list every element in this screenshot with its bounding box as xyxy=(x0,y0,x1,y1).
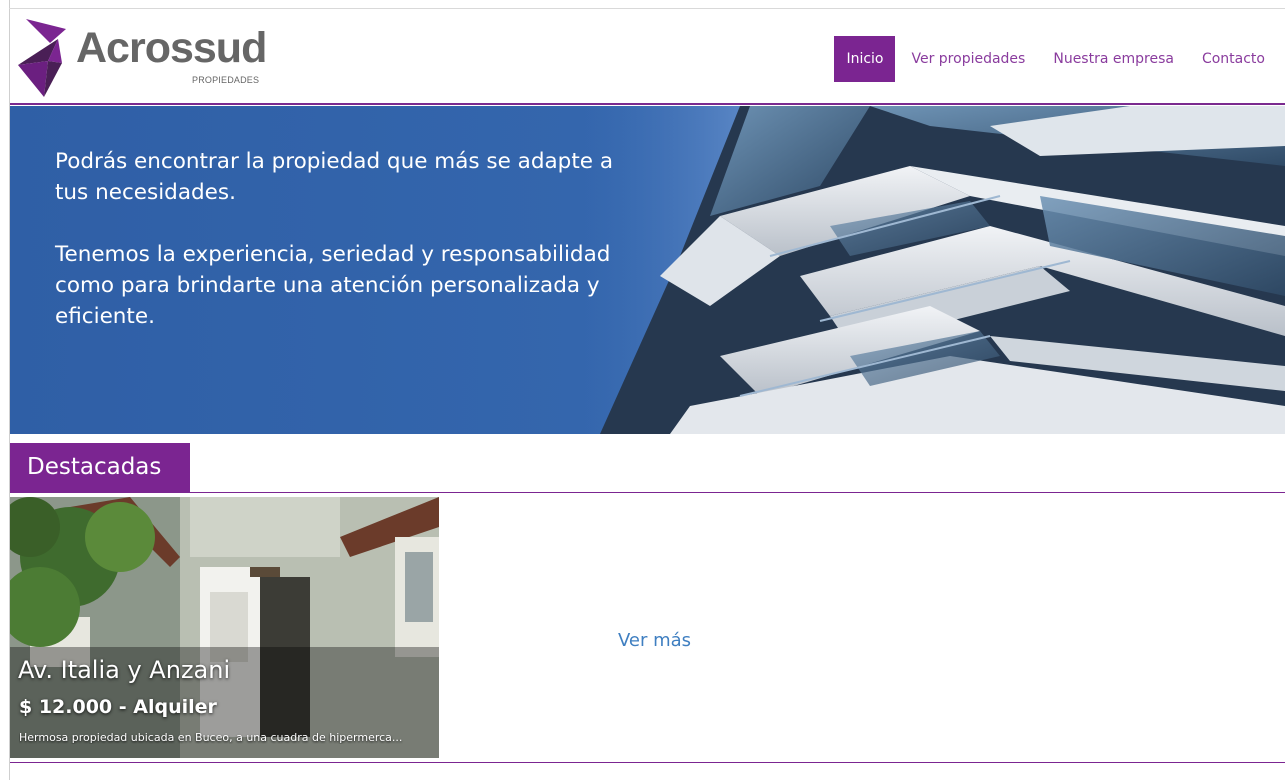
hero-copy: Podrás encontrar la propiedad que más se… xyxy=(55,146,615,363)
brand-name: Acrossud xyxy=(76,24,267,72)
hero-banner: Podrás encontrar la propiedad que más se… xyxy=(10,106,1285,434)
nav-item-inicio[interactable]: Inicio xyxy=(834,36,896,82)
nav-item-contacto[interactable]: Contacto xyxy=(1190,36,1277,82)
brand-tagline: PROPIEDADES xyxy=(192,75,260,85)
ver-mas-link[interactable]: Ver más xyxy=(618,630,691,651)
nav-item-nuestra-empresa[interactable]: Nuestra empresa xyxy=(1041,36,1186,82)
property-description: Hermosa propiedad ubicada en Buceo, a un… xyxy=(19,731,403,744)
hero-building-image xyxy=(570,106,1285,434)
nav-item-ver-propiedades[interactable]: Ver propiedades xyxy=(899,36,1037,82)
property-price: $ 12.000 - Alquiler xyxy=(19,696,217,718)
property-title[interactable]: Av. Italia y Anzani xyxy=(18,656,230,684)
main-nav: Inicio Ver propiedades Nuestra empresa C… xyxy=(830,36,1277,82)
brand-logo[interactable]: Acrossud PROPIEDADES xyxy=(18,19,278,99)
property-photo xyxy=(10,497,439,758)
hero-line-1: Podrás encontrar la propiedad que más se… xyxy=(55,149,613,205)
bottom-divider xyxy=(10,762,1285,763)
section-divider xyxy=(10,492,1285,493)
featured-property-card[interactable]: Av. Italia y Anzani $ 12.000 - Alquiler … xyxy=(10,497,439,758)
hero-line-2: Tenemos la experiencia, seriedad y respo… xyxy=(55,242,611,329)
site-header: Acrossud PROPIEDADES Inicio Ver propieda… xyxy=(10,9,1285,105)
section-heading-destacadas: Destacadas xyxy=(10,443,190,492)
